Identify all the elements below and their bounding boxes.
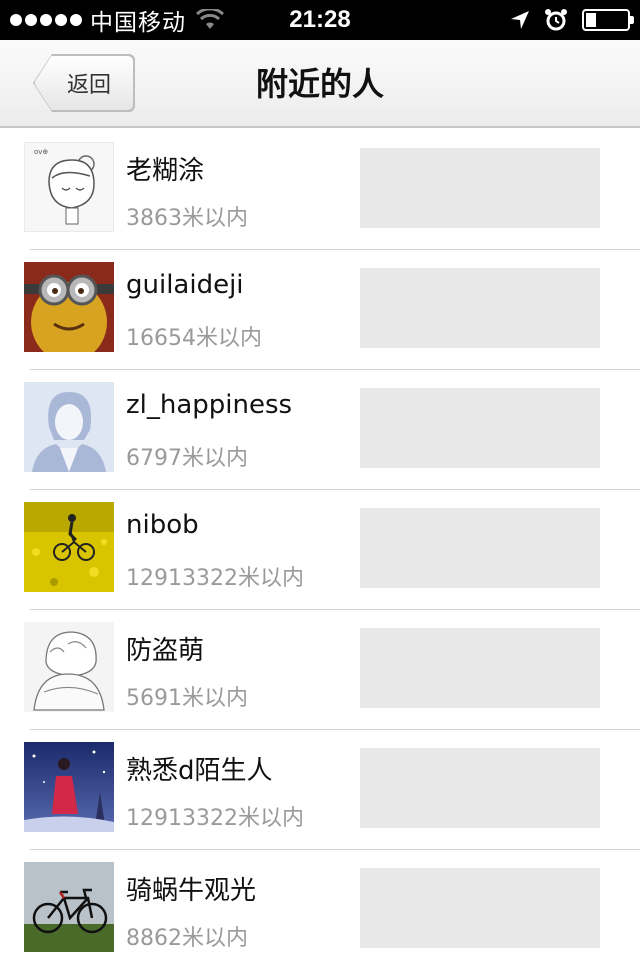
avatar[interactable] [24,502,114,592]
user-name: 防盗萌 [126,636,205,666]
image-placeholder [360,388,600,468]
alarm-icon [545,9,567,31]
image-placeholder [360,508,600,588]
list-item[interactable]: nibob 12913322米以内 [0,490,640,610]
image-placeholder [360,268,600,348]
avatar[interactable] [24,622,114,712]
user-name: 骑蜗牛观光 [126,876,257,906]
battery-icon [582,9,634,31]
image-placeholder [360,148,600,228]
nearby-people-list: ov⊕ 老糊涂 3863米以内 guilaideji 16654米以内 zl_h… [0,130,640,960]
user-name: zl_happiness [126,390,293,420]
avatar[interactable] [24,382,114,472]
page-title: 附近的人 [255,65,384,103]
list-item[interactable]: 防盗萌 5691米以内 [0,610,640,730]
location-arrow-icon [511,11,529,29]
user-distance: 5691米以内 [126,686,248,711]
list-item[interactable]: guilaideji 16654米以内 [0,250,640,370]
avatar[interactable]: ov⊕ [24,142,114,232]
image-placeholder [360,868,600,948]
avatar[interactable] [24,262,114,352]
avatar[interactable] [24,862,114,952]
list-item[interactable]: 熟悉d陌生人 12913322米以内 [0,730,640,850]
user-distance: 12913322米以内 [126,806,304,831]
list-item[interactable]: zl_happiness 6797米以内 [0,370,640,490]
user-distance: 3863米以内 [126,206,248,231]
avatar[interactable] [24,742,114,832]
user-name: 熟悉d陌生人 [126,756,273,786]
list-item[interactable]: ov⊕ 老糊涂 3863米以内 [0,130,640,250]
image-placeholder [360,748,600,828]
status-right [510,0,634,40]
user-name: guilaideji [126,270,244,300]
user-distance: 8862米以内 [126,926,248,951]
status-bar: 中国移动 21:28 [0,0,640,40]
user-name: nibob [126,510,199,540]
user-distance: 6797米以内 [126,446,248,471]
user-distance: 16654米以内 [126,326,262,351]
user-distance: 12913322米以内 [126,566,304,591]
user-name: 老糊涂 [126,156,205,186]
navigation-bar: 返回 附近的人 [0,40,640,128]
image-placeholder [360,628,600,708]
list-item[interactable]: 骑蜗牛观光 8862米以内 [0,850,640,960]
svg-text:ov⊕: ov⊕ [34,148,48,156]
